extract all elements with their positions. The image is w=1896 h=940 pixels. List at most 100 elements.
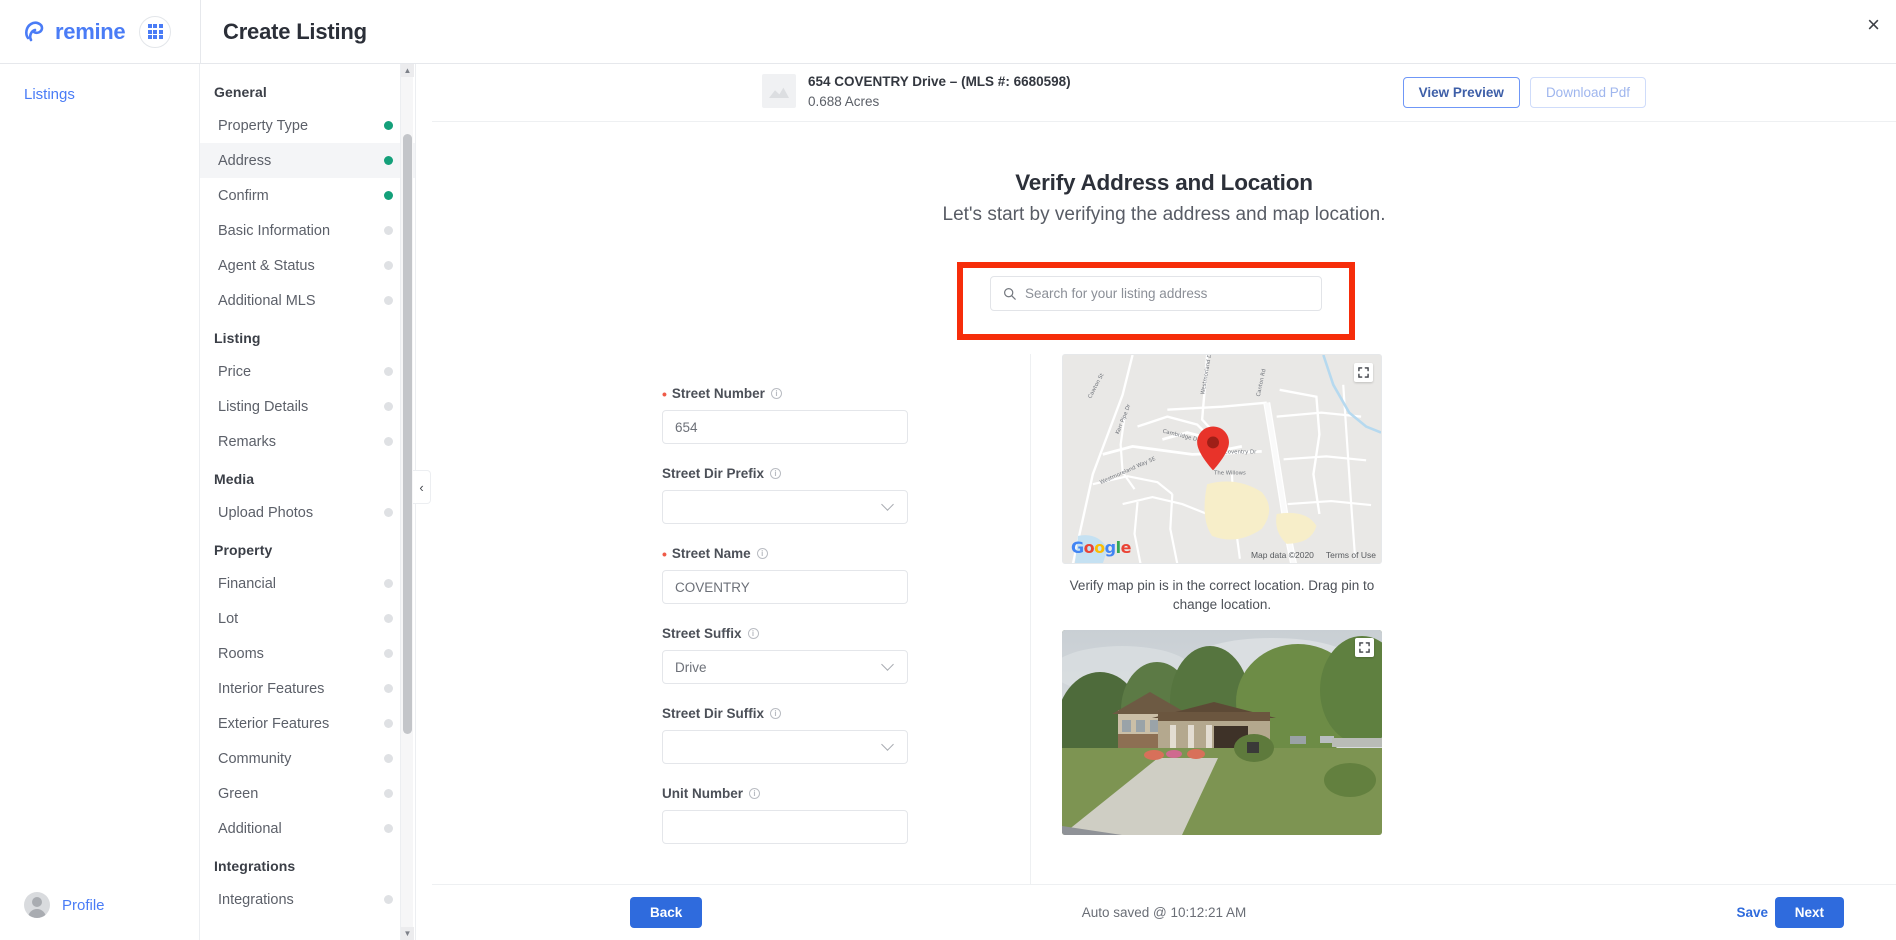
sidebar-item-green[interactable]: Green xyxy=(200,776,415,811)
collapse-sidebar-button[interactable]: ‹ xyxy=(413,470,431,504)
sidebar-item-label: Upload Photos xyxy=(218,504,314,521)
listing-address: 654 COVENTRY Drive – (MLS #: 6680598) xyxy=(808,74,1071,89)
sidebar-item-label: Green xyxy=(218,785,259,802)
sidebar-item-listings[interactable]: Listings xyxy=(0,64,199,103)
sidebar-item-exterior-features[interactable]: Exterior Features xyxy=(200,706,415,741)
field-label: Street Suffix i xyxy=(662,626,1082,641)
sidebar-item-price[interactable]: Price xyxy=(200,354,415,389)
chevron-down-icon xyxy=(881,658,894,671)
sidebar-item-confirm[interactable]: Confirm xyxy=(200,178,415,213)
form-field: Street Suffix i Drive xyxy=(662,626,1082,684)
input-street-number[interactable]: 654 xyxy=(662,410,908,444)
status-dot xyxy=(384,261,393,270)
field-value: 654 xyxy=(675,419,698,435)
info-icon[interactable]: i xyxy=(749,788,760,799)
sidebar-item-label: Confirm xyxy=(218,187,269,204)
field-label-text: Unit Number xyxy=(662,786,743,801)
sidebar-item-additional-mls[interactable]: Additional MLS xyxy=(200,283,415,318)
sidebar-item-community[interactable]: Community xyxy=(200,741,415,776)
status-dot xyxy=(384,191,393,200)
stepnav-section-header: General xyxy=(214,84,267,100)
apps-grid-button[interactable] xyxy=(139,15,172,48)
form-field: Unit Number i xyxy=(662,786,1082,844)
stepnav-section-header: Integrations xyxy=(214,858,296,874)
field-label-text: Street Number xyxy=(671,386,765,401)
page-title: Create Listing xyxy=(223,18,367,44)
photo-fullscreen-button[interactable] xyxy=(1355,638,1374,658)
sidebar-item-rooms[interactable]: Rooms xyxy=(200,636,415,671)
map-caption: Verify map pin is in the correct locatio… xyxy=(1069,578,1375,613)
select-street-dir-suffix[interactable] xyxy=(662,730,908,764)
chevron-down-icon xyxy=(881,498,894,511)
input-unit-number[interactable] xyxy=(662,810,908,844)
map-terms-link[interactable]: Terms of Use xyxy=(1326,550,1376,560)
field-label-text: Street Name xyxy=(671,546,751,561)
sidebar-item-integrations[interactable]: Integrations xyxy=(200,882,415,917)
search-placeholder: Search for your listing address xyxy=(1025,286,1208,301)
map-credits: Map data ©2020 Terms of Use xyxy=(1251,550,1376,560)
sidebar-item-additional[interactable]: Additional xyxy=(200,811,415,846)
sidebar-item-label: Rooms xyxy=(218,645,264,662)
address-search-input[interactable]: Search for your listing address xyxy=(990,276,1322,311)
scroll-thumb[interactable] xyxy=(403,134,412,734)
status-dot xyxy=(384,226,393,235)
sidebar-item-agent-status[interactable]: Agent & Status xyxy=(200,248,415,283)
stepnav-section-header: Media xyxy=(214,471,255,487)
select-street-suffix[interactable]: Drive xyxy=(662,650,908,684)
field-label-text: Street Suffix xyxy=(662,626,742,641)
profile-entry[interactable]: Profile xyxy=(24,892,105,918)
input-street-name[interactable]: COVENTRY xyxy=(662,570,908,604)
sidebar-item-label: Financial xyxy=(218,575,277,592)
sidebar-item-label: Additional MLS xyxy=(218,292,316,309)
info-icon[interactable]: i xyxy=(770,708,782,719)
sidebar-item-label: Interior Features xyxy=(218,680,325,697)
sidebar-item-upload-photos[interactable]: Upload Photos xyxy=(200,495,415,530)
sidebar-item-address[interactable]: Address xyxy=(200,143,415,178)
info-icon[interactable]: i xyxy=(770,388,782,399)
top-bar: remine Create Listing × xyxy=(0,0,1896,64)
status-dot xyxy=(384,367,393,376)
sidebar-item-label: Address xyxy=(218,152,272,169)
sidebar-item-property-type[interactable]: Property Type xyxy=(200,108,415,143)
svg-text:Coventry Dr: Coventry Dr xyxy=(1224,449,1257,455)
download-pdf-button[interactable]: Download Pdf xyxy=(1529,77,1646,108)
info-icon[interactable]: i xyxy=(747,628,759,639)
status-dot xyxy=(384,684,393,693)
field-label-text: Street Dir Suffix xyxy=(662,706,765,721)
location-map[interactable]: Cawton St Westmorland Dr Canton Rd Cambr… xyxy=(1062,354,1382,564)
save-button[interactable]: Save xyxy=(1736,905,1768,920)
listing-header: 654 COVENTRY Drive – (MLS #: 6680598) 0.… xyxy=(432,64,1896,122)
field-label: Street Dir Suffix i xyxy=(662,706,1082,721)
sidebar-item-lot[interactable]: Lot xyxy=(200,601,415,636)
status-dot xyxy=(384,402,393,411)
chevron-down-icon xyxy=(881,738,894,751)
search-icon xyxy=(1004,288,1016,300)
close-icon[interactable]: × xyxy=(1867,14,1880,36)
remine-logo[interactable]: remine xyxy=(22,19,126,45)
bottom-toolbar: Back Auto saved @ 10:12:21 AM Save Next xyxy=(432,884,1896,940)
sidebar-item-basic-information[interactable]: Basic Information xyxy=(200,213,415,248)
view-preview-button[interactable]: View Preview xyxy=(1402,77,1520,108)
info-icon[interactable]: i xyxy=(756,548,768,559)
map-fullscreen-button[interactable] xyxy=(1354,363,1373,382)
sidebar-item-label: Lot xyxy=(218,610,239,627)
scroll-up-arrow[interactable]: ▲ xyxy=(401,64,414,77)
map-attribution: Map data ©2020 xyxy=(1250,550,1314,560)
status-dot xyxy=(384,156,393,165)
stepnav-scrollbar[interactable]: ▲ ▼ xyxy=(400,64,414,940)
sidebar-item-financial[interactable]: Financial xyxy=(200,566,415,601)
sidebar-item-label: Integrations xyxy=(218,891,294,908)
scroll-down-arrow[interactable]: ▼ xyxy=(401,927,414,940)
svg-text:The Willows: The Willows xyxy=(1213,470,1246,476)
status-dot xyxy=(384,296,393,305)
sidebar-item-remarks[interactable]: Remarks xyxy=(200,424,415,459)
sidebar-item-interior-features[interactable]: Interior Features xyxy=(200,671,415,706)
sidebar-item-listing-details[interactable]: Listing Details xyxy=(200,389,415,424)
map-photo-pane: Cawton St Westmorland Dr Canton Rd Cambr… xyxy=(1062,354,1402,836)
property-photo[interactable] xyxy=(1062,630,1382,836)
field-label: • Street Number i xyxy=(662,386,1082,401)
next-button[interactable]: Next xyxy=(1774,897,1844,928)
select-street-dir-prefix[interactable] xyxy=(662,490,908,524)
sidebar-item-label: Additional xyxy=(218,820,282,837)
info-icon[interactable]: i xyxy=(770,468,782,479)
